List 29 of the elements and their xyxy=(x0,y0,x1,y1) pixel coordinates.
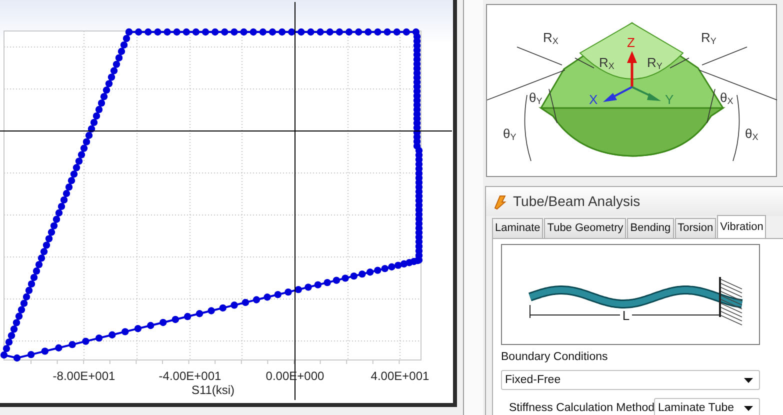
window-title: Tube/Beam Analysis xyxy=(513,192,640,211)
dropdown[interactable]: Fixed-Free xyxy=(501,370,760,390)
diagram-label: Y xyxy=(665,93,674,106)
tab[interactable]: Tube Geometry xyxy=(544,218,626,238)
diagram-label: θ$_{Y}$ xyxy=(503,127,516,140)
dropdown[interactable]: Laminate Tube xyxy=(654,398,760,415)
axis-tick-label: 4.00E+001 xyxy=(370,369,430,383)
field-label: Boundary Conditions xyxy=(501,350,609,365)
tab[interactable]: Bending xyxy=(627,218,674,238)
tab[interactable]: Torsion xyxy=(674,218,716,238)
diagram-label: Z xyxy=(627,36,635,49)
diagram-label: θ$_{X}$ xyxy=(720,91,734,104)
tab[interactable]: Laminate xyxy=(492,218,544,238)
diagram-label: X xyxy=(589,93,598,106)
diagram-label: R$_{X}$ xyxy=(543,31,558,44)
diagram-label: R$_{Y}$ xyxy=(701,31,716,44)
diagram-label: R$_{X}$ xyxy=(599,56,614,69)
diagram-label: θ$_{Y}$ xyxy=(529,91,542,104)
app-icon xyxy=(493,194,507,210)
axis-tick-label: -8.00E+001 xyxy=(52,369,116,383)
tab[interactable]: Vibration xyxy=(717,215,766,238)
diagram-label: θ$_{X}$ xyxy=(745,127,758,140)
caret-icon xyxy=(744,378,753,383)
caret-icon xyxy=(744,406,753,411)
axis-title: S11(ksi) xyxy=(191,383,235,397)
field-label: Stiffness Calculation Method xyxy=(508,400,654,415)
length-label: L xyxy=(622,308,630,323)
axis-tick-label: -4.00E+001 xyxy=(158,369,222,383)
diagram-label: R$_{Y}$ xyxy=(647,56,662,69)
